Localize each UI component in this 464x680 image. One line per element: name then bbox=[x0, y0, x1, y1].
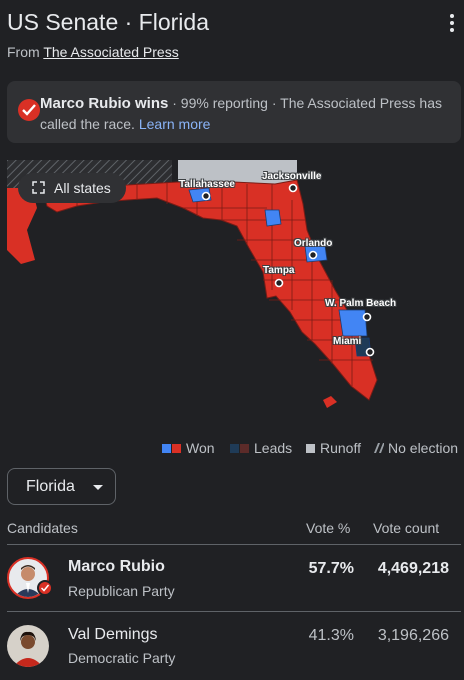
legend-swatch-dem-won bbox=[162, 444, 171, 453]
learn-more-link[interactable]: Learn more bbox=[139, 116, 211, 132]
vote-count: 3,196,266 bbox=[377, 627, 449, 644]
county-alachua bbox=[264, 209, 282, 227]
table-row[interactable]: Val Demings Democratic Party 41.3% 3,196… bbox=[0, 612, 464, 680]
city-label-tallahassee: Tallahassee bbox=[179, 179, 235, 190]
header-vote-count: Vote count bbox=[373, 520, 440, 536]
page-title: US Senate · Florida bbox=[7, 9, 209, 35]
legend-leads: Leads bbox=[230, 440, 292, 456]
result-banner: Marco Rubio wins · 99% reporting · The A… bbox=[7, 81, 461, 143]
legend-swatch-dem-leads bbox=[230, 444, 239, 453]
vote-count: 4,469,218 bbox=[377, 560, 449, 577]
florida-keys bbox=[323, 396, 337, 408]
florida-county-map[interactable]: All states Tallahassee Jacksonville Orla… bbox=[7, 160, 461, 434]
legend-leads-label: Leads bbox=[254, 440, 293, 456]
results-table-header: Candidates Vote % Vote count bbox=[0, 520, 464, 544]
legend-runoff: Runoff bbox=[306, 440, 361, 456]
all-states-label: All states bbox=[54, 180, 111, 196]
candidate-name: Val Demings bbox=[68, 626, 158, 643]
winner-checkmark-icon bbox=[37, 580, 53, 596]
header-candidates: Candidates bbox=[7, 520, 78, 536]
state-dropdown[interactable]: Florida bbox=[7, 468, 116, 505]
map-legend: Won Leads Runoff No election bbox=[0, 440, 464, 458]
candidate-party: Democratic Party bbox=[68, 650, 176, 666]
winner-announcement: Marco Rubio wins bbox=[40, 95, 169, 112]
candidate-name: Marco Rubio bbox=[68, 558, 165, 575]
source-line: From The Associated Press bbox=[7, 44, 179, 60]
city-label-jacksonville: Jacksonville bbox=[262, 171, 322, 182]
legend-swatch-runoff bbox=[306, 444, 315, 453]
city-label-orlando: Orlando bbox=[294, 238, 333, 249]
banner-text: Marco Rubio wins · 99% reporting · The A… bbox=[40, 93, 455, 135]
legend-won: Won bbox=[162, 440, 215, 456]
vote-percent: 41.3% bbox=[308, 627, 354, 644]
checkmark-icon bbox=[18, 99, 40, 121]
source-prefix: From bbox=[7, 44, 40, 60]
table-row[interactable]: Marco Rubio Republican Party 57.7% 4,469… bbox=[0, 545, 464, 611]
legend-no-election-label: No election bbox=[388, 440, 459, 456]
city-label-miami: Miami bbox=[333, 336, 362, 347]
legend-swatch-rep-leads bbox=[240, 444, 249, 453]
city-label-west-palm-beach: W. Palm Beach bbox=[325, 298, 397, 309]
legend-runoff-label: Runoff bbox=[320, 440, 361, 456]
candidate-party: Republican Party bbox=[68, 583, 175, 599]
all-states-button[interactable]: All states bbox=[18, 173, 126, 203]
florida-state-shape bbox=[42, 179, 378, 401]
vote-percent: 57.7% bbox=[308, 560, 354, 577]
source-link[interactable]: The Associated Press bbox=[43, 44, 178, 60]
legend-swatch-no-election bbox=[374, 443, 384, 453]
expand-icon bbox=[32, 181, 45, 194]
legend-swatch-rep-won bbox=[172, 444, 181, 453]
avatar bbox=[7, 625, 49, 667]
city-label-tampa: Tampa bbox=[263, 265, 295, 276]
state-dropdown-value: Florida bbox=[26, 478, 75, 495]
legend-won-label: Won bbox=[186, 440, 215, 456]
dropdown-arrow-icon bbox=[93, 485, 103, 490]
legend-no-election: No election bbox=[374, 440, 458, 456]
header-vote-pct: Vote % bbox=[306, 520, 351, 536]
header: US Senate · Florida From The Associated … bbox=[0, 0, 464, 72]
more-options-icon[interactable] bbox=[446, 12, 458, 34]
county-palm-beach bbox=[338, 309, 368, 337]
